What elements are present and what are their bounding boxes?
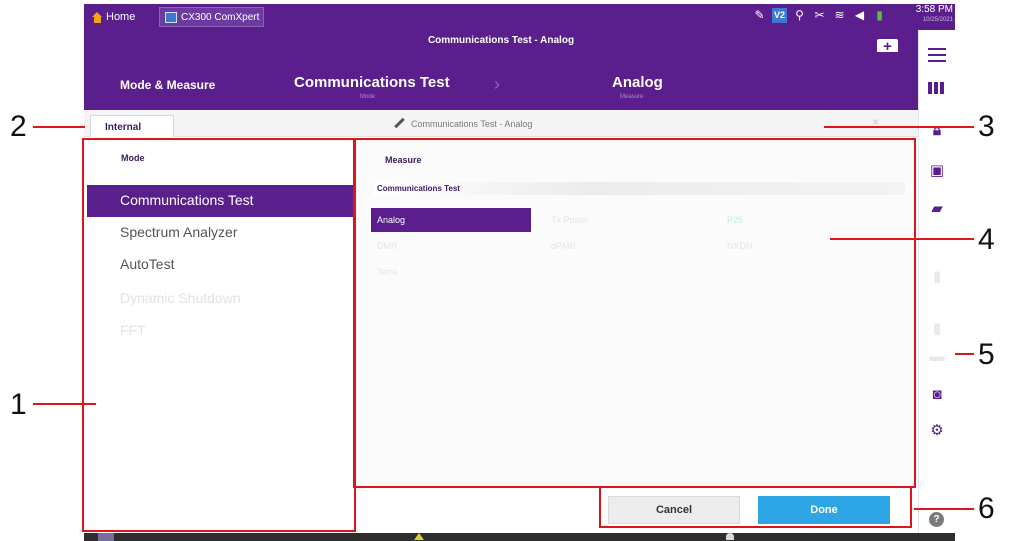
callout-line-1 xyxy=(33,403,96,405)
pencil-wrench-icon[interactable]: ✎ xyxy=(752,8,767,23)
callout-box-4 xyxy=(353,138,916,488)
folder-icon[interactable]: ▰ xyxy=(928,200,946,218)
help-icon[interactable]: ? xyxy=(929,512,944,527)
tools-icon[interactable]: ✂ xyxy=(812,8,827,23)
app-tab[interactable]: CX300 ComXpert xyxy=(159,7,264,27)
mode-measure-link[interactable]: Mode & Measure xyxy=(120,78,215,92)
taskbar-keyboard-icon[interactable] xyxy=(98,533,114,541)
tab-strip: Internal Communications Test - Analog × xyxy=(84,110,918,137)
callout-number-3: 3 xyxy=(978,110,995,143)
edit-title-text: Communications Test - Analog xyxy=(411,118,533,129)
pencil-icon xyxy=(394,118,405,129)
home-icon xyxy=(92,11,103,23)
callout-number-4: 4 xyxy=(978,223,995,256)
breadcrumb: Mode & Measure Communications Test Mode … xyxy=(84,52,918,110)
callout-line-5 xyxy=(955,353,974,355)
disabled-icon: ▮ xyxy=(932,268,942,285)
tab-internal[interactable]: Internal xyxy=(90,115,174,137)
gear-icon[interactable]: ⚙ xyxy=(928,422,946,440)
app-tab-label: CX300 ComXpert xyxy=(181,11,260,23)
save-icon[interactable]: ▣ xyxy=(928,162,946,180)
battery-icon[interactable]: ▮ xyxy=(872,8,887,23)
clock-date: 10/25/2021 xyxy=(922,17,953,23)
right-rail: 🔒︎ ▣ ▰ ▮ ▮ ▬ ◙ ⚙ ? xyxy=(918,30,955,541)
chevron-right-icon: › xyxy=(494,74,500,94)
camera-icon[interactable]: ◙ xyxy=(928,386,946,404)
disabled-icon: ▮ xyxy=(932,320,942,337)
callout-number-6: 6 xyxy=(978,492,995,525)
search-icon[interactable]: ⚲ xyxy=(792,8,807,23)
callout-number-2: 2 xyxy=(10,110,27,143)
breadcrumb-mode-caption: Mode xyxy=(360,94,376,100)
figure-root: Home CX300 ComXpert ✎ V2 ⚲ ✂ ≋ ◀ ▮ 3:58 … xyxy=(0,0,1015,541)
callout-number-1: 1 xyxy=(10,388,27,421)
grid-icon[interactable] xyxy=(928,82,946,94)
lock-icon[interactable]: 🔒︎ xyxy=(928,122,946,140)
clock-time: 3:58 PM xyxy=(915,4,953,15)
breadcrumb-mode[interactable]: Communications Test xyxy=(294,74,450,91)
callout-line-4 xyxy=(830,238,974,240)
menu-icon[interactable] xyxy=(928,48,946,62)
callout-line-2 xyxy=(33,126,85,128)
v2-icon[interactable]: V2 xyxy=(772,8,787,23)
top-status-bar: Home CX300 ComXpert ✎ V2 ⚲ ✂ ≋ ◀ ▮ 3:58 … xyxy=(84,4,955,30)
disabled-icon: ▬ xyxy=(929,348,945,365)
callout-box-1 xyxy=(82,138,356,532)
clock: 3:58 PM 10/25/2021 xyxy=(916,5,953,25)
window-title: Communications Test - Analog xyxy=(84,30,918,52)
edit-title-field[interactable]: Communications Test - Analog xyxy=(394,118,532,129)
breadcrumb-measure-caption: Measure xyxy=(620,94,644,100)
taskbar xyxy=(84,533,955,541)
home-tab[interactable]: Home xyxy=(92,8,135,26)
home-label: Home xyxy=(106,11,136,23)
speaker-icon[interactable]: ◀ xyxy=(852,8,867,23)
taskbar-location-icon[interactable] xyxy=(726,533,734,540)
taskbar-warning-icon[interactable] xyxy=(414,533,424,540)
breadcrumb-measure[interactable]: Analog xyxy=(612,74,663,91)
wifi-icon[interactable]: ≋ xyxy=(832,8,847,23)
callout-line-6 xyxy=(914,508,974,510)
status-icons: ✎ V2 ⚲ ✂ ≋ ◀ ▮ xyxy=(752,8,887,23)
callout-line-3 xyxy=(824,126,974,128)
callout-number-5: 5 xyxy=(978,338,995,371)
app-icon xyxy=(165,11,177,23)
callout-box-6 xyxy=(599,486,912,528)
